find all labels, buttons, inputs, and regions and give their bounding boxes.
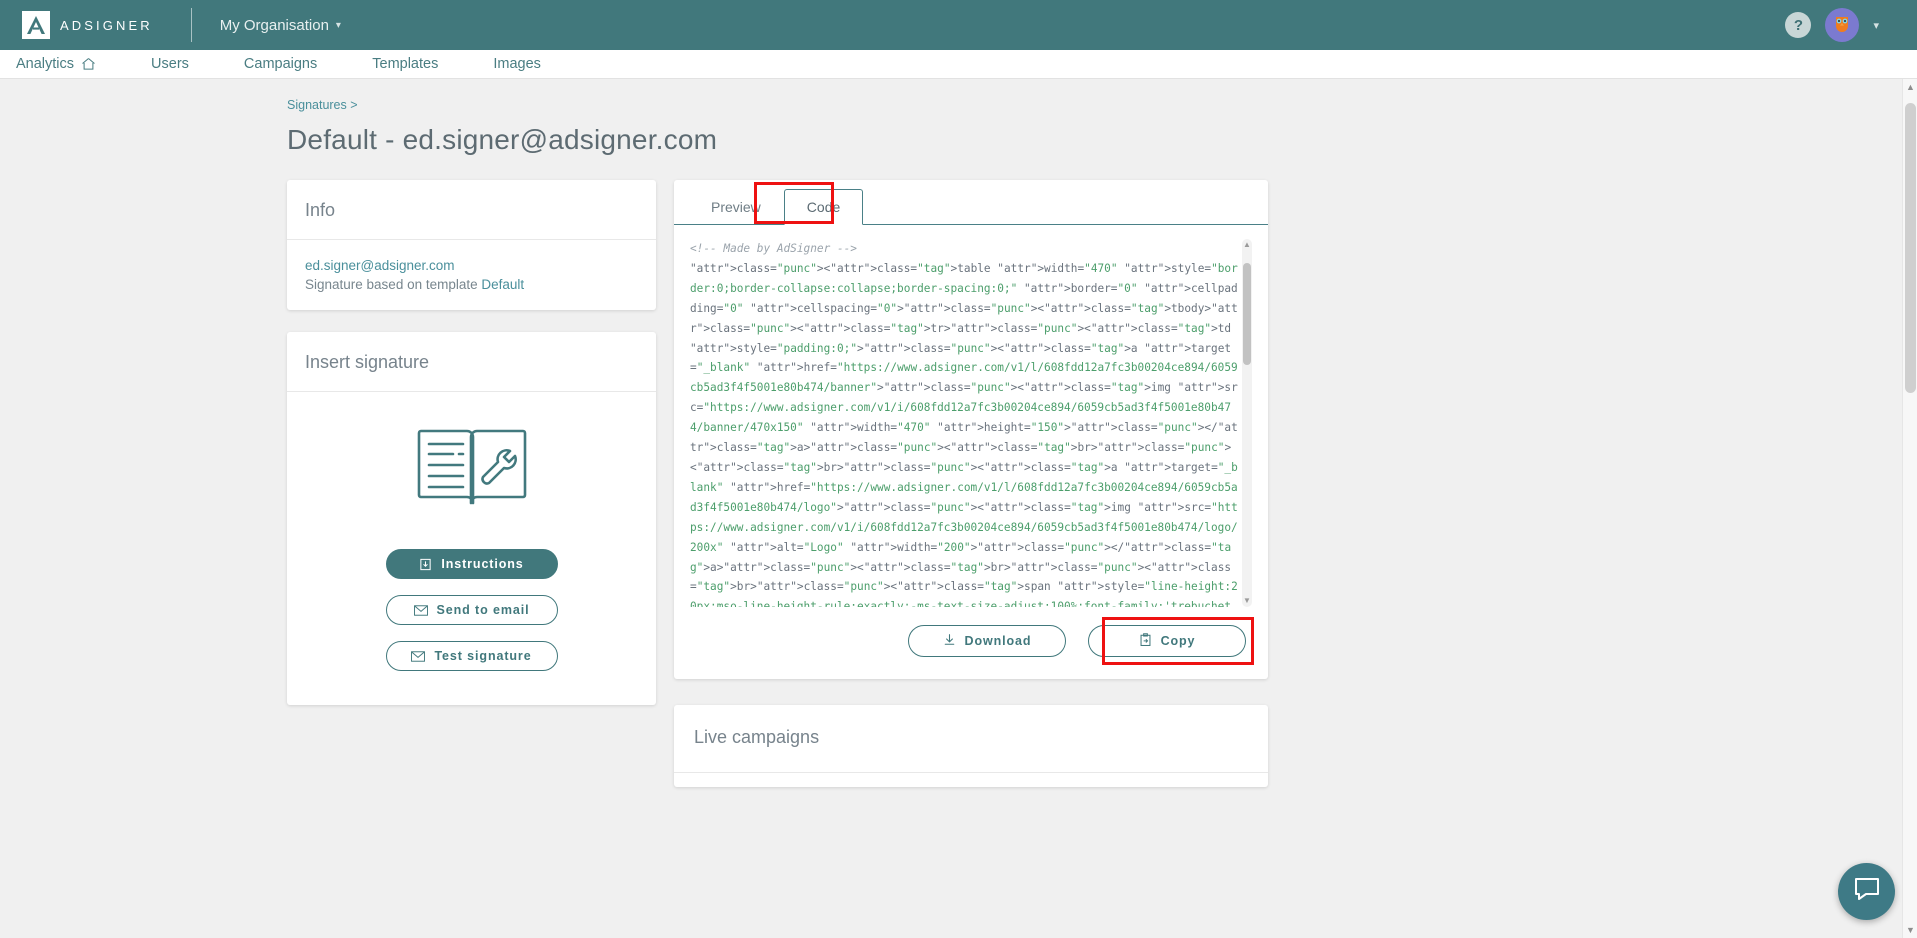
brand-logo[interactable]: ADSIGNER (22, 11, 153, 39)
download-button[interactable]: Download (908, 625, 1066, 657)
envelope-icon (414, 605, 428, 616)
button-label: Download (965, 634, 1032, 648)
nav-item-analytics[interactable]: Analytics (16, 56, 123, 72)
button-label: Instructions (441, 557, 523, 571)
info-template-link[interactable]: Default (481, 277, 524, 292)
home-icon (81, 57, 96, 71)
info-template-line: Signature based on template Default (305, 277, 638, 292)
caret-down-icon[interactable]: ▼ (1903, 925, 1917, 935)
nav-item-label: Users (151, 56, 189, 72)
download-box-icon (419, 558, 432, 571)
caret-down-icon[interactable]: ▼ (1243, 597, 1251, 605)
nav-item-campaigns[interactable]: Campaigns (244, 56, 344, 72)
content-columns: Info ed.signer@adsigner.com Signature ba… (287, 180, 1917, 787)
nav-item-templates[interactable]: Templates (372, 56, 465, 72)
right-column: Preview Code <!-- Made by AdSigner --> "… (674, 180, 1268, 787)
nav-item-label: Analytics (16, 56, 74, 72)
organisation-label: My Organisation (220, 17, 329, 34)
nav-item-users[interactable]: Users (151, 56, 216, 72)
code-text: <!-- Made by AdSigner --> "attr">class="… (690, 239, 1252, 607)
code-panel-tabs: Preview Code (674, 180, 1268, 225)
button-label: Test signature (434, 649, 531, 663)
help-button[interactable]: ? (1785, 12, 1811, 38)
send-to-email-button[interactable]: Send to email (386, 595, 558, 625)
clipboard-copy-icon (1139, 633, 1152, 650)
code-body: "attr">class="punc"><"attr">class="tag">… (690, 262, 1238, 607)
avatar-chevron-down-icon[interactable]: ▾ (1873, 19, 1879, 32)
code-comment: <!-- Made by AdSigner --> (690, 242, 857, 255)
question-mark-icon: ? (1794, 17, 1803, 34)
page-scrollbar-thumb[interactable] (1905, 103, 1916, 393)
caret-up-icon[interactable]: ▲ (1243, 241, 1251, 249)
copy-button[interactable]: Copy (1088, 625, 1246, 657)
top-bar-actions: ? ▾ (1785, 8, 1895, 42)
left-column: Info ed.signer@adsigner.com Signature ba… (287, 180, 656, 705)
envelope-icon (411, 651, 425, 662)
insert-signature-card: Insert signature (287, 332, 656, 705)
page-scrollbar[interactable]: ▲ ▼ (1902, 79, 1917, 938)
main-nav: Analytics Users Campaigns Templates Imag… (0, 50, 1917, 79)
tab-code[interactable]: Code (784, 189, 863, 225)
info-template-prefix: Signature based on template (305, 277, 481, 292)
test-signature-button[interactable]: Test signature (386, 641, 558, 671)
avatar[interactable] (1825, 8, 1859, 42)
nav-item-images[interactable]: Images (493, 56, 568, 72)
nav-item-label: Images (493, 56, 541, 72)
user-avatar-owl-icon (1829, 12, 1855, 38)
topbar-divider (191, 8, 192, 42)
instructions-button[interactable]: Instructions (386, 549, 558, 579)
caret-up-icon[interactable]: ▲ (1903, 82, 1917, 92)
page-content: Signatures > Default - ed.signer@adsigne… (0, 79, 1917, 938)
info-card-body: ed.signer@adsigner.com Signature based o… (287, 240, 656, 310)
chevron-down-icon: ▾ (336, 20, 341, 31)
info-card: Info ed.signer@adsigner.com Signature ba… (287, 180, 656, 310)
code-panel-card: Preview Code <!-- Made by AdSigner --> "… (674, 180, 1268, 679)
manual-book-wrench-icon (409, 422, 535, 523)
insert-signature-body: Instructions Send to email (287, 392, 656, 705)
live-campaigns-heading: Live campaigns (674, 705, 1268, 773)
insert-signature-heading: Insert signature (287, 332, 656, 392)
page-title: Default - ed.signer@adsigner.com (287, 124, 1917, 156)
breadcrumb[interactable]: Signatures > (287, 98, 1917, 112)
nav-item-label: Templates (372, 56, 438, 72)
code-scrollbar-thumb[interactable] (1243, 263, 1251, 365)
brand-name: ADSIGNER (60, 18, 153, 33)
button-label: Copy (1161, 634, 1196, 648)
download-arrow-icon (943, 633, 956, 649)
adsigner-a-logo-icon (22, 11, 50, 39)
code-scrollbar[interactable]: ▲ ▼ (1242, 239, 1252, 607)
chat-button[interactable] (1838, 863, 1895, 920)
live-campaigns-body (674, 773, 1268, 787)
button-label: Send to email (437, 603, 530, 617)
chat-bubble-icon (1853, 876, 1881, 907)
nav-item-label: Campaigns (244, 56, 317, 72)
top-bar: ADSIGNER My Organisation ▾ ? ▾ (0, 0, 1917, 50)
code-actions: Download Copy (674, 607, 1268, 679)
tab-preview[interactable]: Preview (688, 189, 784, 224)
code-viewer[interactable]: <!-- Made by AdSigner --> "attr">class="… (690, 239, 1252, 607)
info-card-heading: Info (287, 180, 656, 240)
organisation-selector[interactable]: My Organisation ▾ (220, 17, 341, 34)
live-campaigns-card: Live campaigns (674, 705, 1268, 787)
info-email-link[interactable]: ed.signer@adsigner.com (305, 258, 638, 273)
